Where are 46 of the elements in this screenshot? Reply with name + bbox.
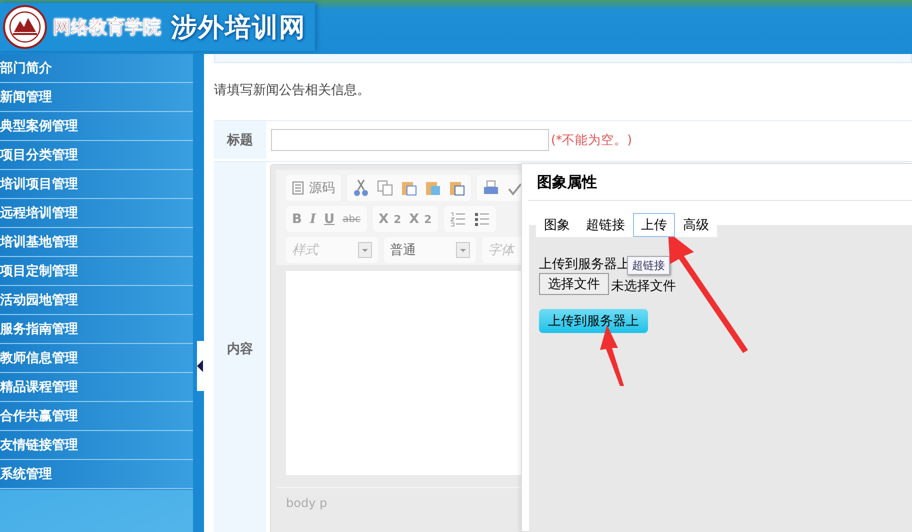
title-input[interactable] (271, 129, 549, 151)
copy-icon[interactable] (377, 180, 393, 196)
format-button[interactable]: B (292, 212, 302, 226)
sidebar-item[interactable]: 系统管理 (0, 460, 193, 489)
format-button[interactable]: abc (342, 214, 361, 224)
paste-icon[interactable] (425, 180, 441, 196)
sidebar-item[interactable]: 服务指南管理 (0, 315, 193, 344)
field-label: 内容 (214, 162, 266, 532)
format-button[interactable]: I (310, 212, 316, 226)
dialog-tab[interactable]: 上传 (633, 213, 675, 237)
sidebar-item[interactable]: 典型案例管理 (0, 112, 193, 141)
site-title: 涉外培训网 (171, 12, 306, 44)
format-button[interactable]: U (324, 212, 335, 226)
paste-icon[interactable] (449, 180, 465, 196)
sidebar-item[interactable]: 合作共赢管理 (0, 402, 193, 431)
numbered-list-icon[interactable] (450, 211, 466, 227)
field-label: 标题 (214, 121, 266, 159)
dialog-tab[interactable]: 高级 (675, 213, 717, 237)
sidebar-item[interactable]: 友情链接管理 (0, 431, 193, 460)
dialog-tab[interactable]: 图象 (536, 213, 578, 237)
sidebar-item[interactable]: 活动园地管理 (0, 286, 193, 315)
bullet-list-icon[interactable] (474, 211, 490, 227)
document-icon (292, 181, 304, 195)
sidebar-item[interactable]: 项目定制管理 (0, 257, 193, 286)
sidebar-item[interactable]: 项目分类管理 (0, 141, 193, 170)
paste-icon[interactable] (401, 180, 417, 196)
sidebar-item[interactable]: 新闻管理 (0, 83, 193, 112)
style-dropdown[interactable]: 普通 (384, 237, 476, 263)
upload-button[interactable]: 上传到服务器上 (539, 309, 648, 333)
instruction-text: 请填写新闻公告相关信息。 (214, 82, 371, 100)
print-icon[interactable] (483, 180, 499, 196)
sidebar-item[interactable]: 部门简介 (0, 54, 193, 83)
sidebar-item[interactable]: 远程培训管理 (0, 199, 193, 228)
cut-icon[interactable] (353, 179, 369, 197)
college-name: 网络教育学院 (53, 16, 161, 39)
collapse-toggle[interactable] (197, 341, 204, 391)
dialog-title: 图象属性 (528, 164, 912, 201)
dialog-tab[interactable]: 超链接 (578, 213, 633, 237)
college-logo (3, 5, 47, 49)
choose-file-button[interactable]: 选择文件 (539, 273, 609, 295)
sidebar-item[interactable]: 精品课程管理 (0, 373, 193, 402)
annotation-arrow (600, 325, 624, 386)
required-hint: (*不能为空。) (551, 132, 632, 148)
file-status: 未选择文件 (611, 278, 676, 295)
tooltip: 超链接 (627, 256, 670, 275)
sidebar-item[interactable]: 教师信息管理 (0, 344, 193, 373)
